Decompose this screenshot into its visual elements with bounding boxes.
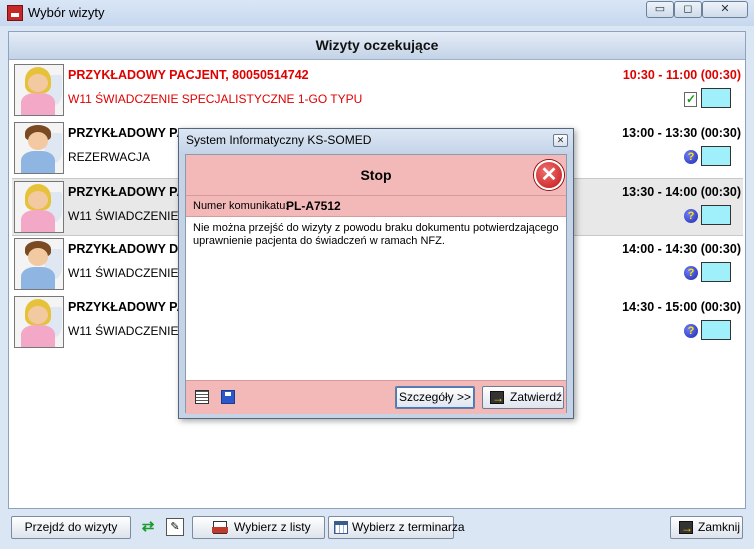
question-icon: ? — [684, 324, 698, 338]
printer-icon — [212, 521, 228, 534]
save-icon[interactable] — [221, 390, 235, 404]
close-label: Zamknij — [698, 520, 741, 534]
patient-name: PRZYKŁADOWY PA — [68, 185, 186, 199]
close-window-button[interactable]: ✕ — [702, 1, 748, 18]
confirm-button[interactable]: Zatwierdź — [482, 386, 564, 409]
patient-color-box — [701, 262, 731, 282]
patient-avatar — [14, 238, 64, 290]
patient-color-box — [701, 205, 731, 225]
patient-avatar — [14, 181, 64, 233]
confirm-label: Zatwierdź — [510, 390, 563, 404]
question-icon: ? — [684, 150, 698, 164]
patient-avatar — [14, 296, 64, 348]
note-icon[interactable]: ✎ — [166, 518, 184, 536]
choose-from-schedule-button[interactable]: Wybierz z terminarza — [328, 516, 465, 539]
visit-time: 14:30 - 15:00 (00:30) — [622, 300, 741, 314]
patient-name: PRZYKŁADOWY D — [68, 242, 179, 256]
stop-dialog: System Informatyczny KS-SOMED ✕ Stop ✕ N… — [178, 128, 574, 419]
panel-header: Wizyty oczekujące — [9, 32, 745, 60]
visit-service: W11 ŚWIADCZENIE S — [68, 324, 190, 338]
patient-avatar — [14, 64, 64, 116]
visit-service: REZERWACJA — [68, 150, 151, 164]
calendar-icon — [334, 521, 348, 534]
question-icon: ? — [684, 266, 698, 280]
refresh-icon[interactable]: ⇄ — [139, 518, 157, 536]
minimize-button[interactable]: ▭ — [646, 1, 674, 18]
stop-icon: ✕ — [534, 160, 564, 190]
visit-row[interactable]: PRZYKŁADOWY PACJENT, 80050514742 W11 ŚWI… — [12, 62, 743, 118]
visit-service: W11 ŚWIADCZENIE S — [68, 266, 190, 280]
exit-icon — [490, 388, 504, 409]
dialog-footer: Szczegóły >> Zatwierdź — [186, 380, 566, 414]
window-title: Wybór wizyty — [28, 5, 105, 20]
maximize-button[interactable]: ◻ — [674, 1, 702, 18]
message-number-label: Numer komunikatu: — [193, 200, 289, 212]
patient-color-box — [701, 146, 731, 166]
patient-name: PRZYKŁADOWY PACJENT, 80050514742 — [68, 68, 309, 82]
visit-time: 14:00 - 14:30 (00:30) — [622, 242, 741, 256]
dialog-close-button[interactable]: ✕ — [553, 134, 568, 147]
patient-name: PRZYKŁADOWY PA — [68, 300, 186, 314]
app-icon — [7, 5, 23, 21]
dialog-message: Nie można przejść do wizyty z powodu bra… — [193, 222, 559, 247]
choose-from-list-label: Wybierz z listy — [234, 520, 311, 534]
patient-color-box — [701, 320, 731, 340]
patient-color-box — [701, 88, 731, 108]
choose-from-schedule-label: Wybierz z terminarza — [352, 520, 465, 534]
visit-time: 13:00 - 13:30 (00:30) — [622, 126, 741, 140]
dialog-header: Stop ✕ — [186, 155, 566, 196]
visit-time: 13:30 - 14:00 (00:30) — [622, 185, 741, 199]
exit-icon — [679, 518, 693, 539]
message-number: PL-A7512 — [286, 199, 341, 213]
dialog-title: System Informatyczny KS-SOMED — [186, 133, 372, 147]
message-number-row: Numer komunikatu: PL-A7512 — [186, 196, 566, 217]
dialog-body: Stop ✕ Numer komunikatu: PL-A7512 Nie mo… — [185, 154, 567, 414]
window-titlebar: Wybór wizyty ▭ ◻ ✕ — [0, 0, 754, 26]
dialog-titlebar: System Informatyczny KS-SOMED ✕ — [179, 129, 573, 152]
visit-time: 10:30 - 11:00 (00:30) — [622, 68, 741, 82]
question-icon: ? — [684, 209, 698, 223]
visit-service: W11 ŚWIADCZENIE SPECJALISTYCZNE 1-GO TYP… — [68, 92, 363, 106]
visit-service: W11 ŚWIADCZENIE S — [68, 209, 190, 223]
choose-from-list-button[interactable]: Wybierz z listy — [192, 516, 325, 539]
patient-name: PRZYKŁADOWY PA — [68, 126, 186, 140]
copy-icon[interactable] — [195, 390, 209, 404]
patient-avatar — [14, 122, 64, 174]
doc-check-icon — [684, 92, 697, 107]
close-button[interactable]: Zamknij — [670, 516, 743, 539]
details-button[interactable]: Szczegóły >> — [395, 386, 475, 409]
dialog-heading: Stop — [360, 167, 392, 183]
go-to-visit-button[interactable]: Przejdź do wizyty — [11, 516, 131, 539]
